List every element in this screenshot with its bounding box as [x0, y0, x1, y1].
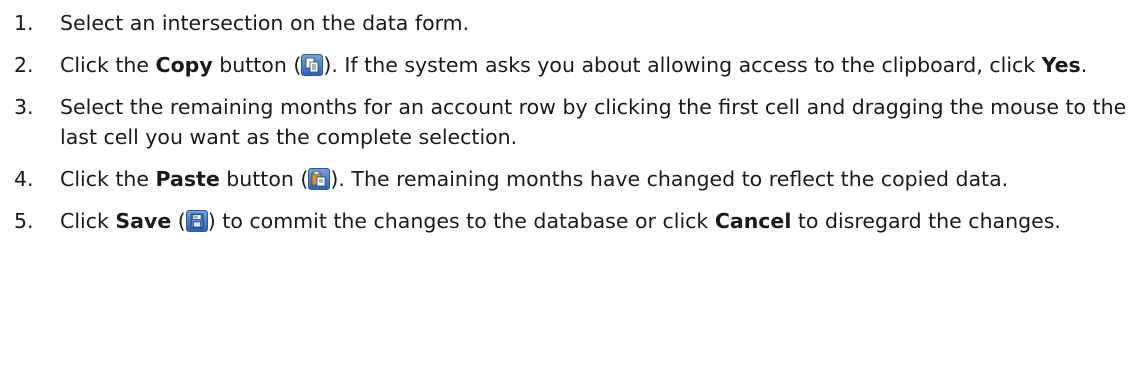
save-label: Save — [115, 209, 172, 233]
step-1: 1. Select an intersection on the data fo… — [14, 8, 1129, 38]
step-text: button ( — [219, 167, 309, 191]
step-number: 1. — [14, 11, 34, 35]
step-text: Click the — [60, 167, 156, 191]
step-2: 2. Click the Copy button ( ). If the syst… — [14, 50, 1129, 80]
step-text: ( — [171, 209, 186, 233]
paste-label: Paste — [155, 167, 220, 191]
save-icon — [185, 210, 208, 232]
cancel-label: Cancel — [714, 209, 792, 233]
step-text: ). If the system asks you about allowing… — [323, 53, 1042, 77]
step-3: 3. Select the remaining months for an ac… — [14, 92, 1129, 152]
step-4: 4. Click the Paste button ( ). The remain… — [14, 164, 1129, 194]
step-text: ) to commit the changes to the database … — [207, 209, 715, 233]
step-text: Select an intersection on the data form. — [60, 11, 470, 35]
step-5: 5. Click Save ( ) to commit the changes t… — [14, 206, 1129, 236]
step-text: Click — [60, 209, 116, 233]
step-text: to disregard the changes. — [791, 209, 1061, 233]
step-number: 4. — [14, 167, 34, 191]
procedure-steps: 1. Select an intersection on the data fo… — [0, 0, 1129, 236]
copy-label: Copy — [155, 53, 213, 77]
paste-icon — [308, 168, 331, 190]
step-text: Select the remaining months for an accou… — [60, 95, 1127, 149]
step-text: . — [1080, 53, 1088, 77]
step-number: 5. — [14, 209, 34, 233]
step-number: 2. — [14, 53, 34, 77]
step-text: button ( — [212, 53, 302, 77]
copy-icon — [301, 54, 324, 76]
step-text: ). The remaining months have changed to … — [330, 167, 1009, 191]
yes-label: Yes — [1041, 53, 1081, 77]
step-number: 3. — [14, 95, 34, 119]
step-text: Click the — [60, 53, 156, 77]
